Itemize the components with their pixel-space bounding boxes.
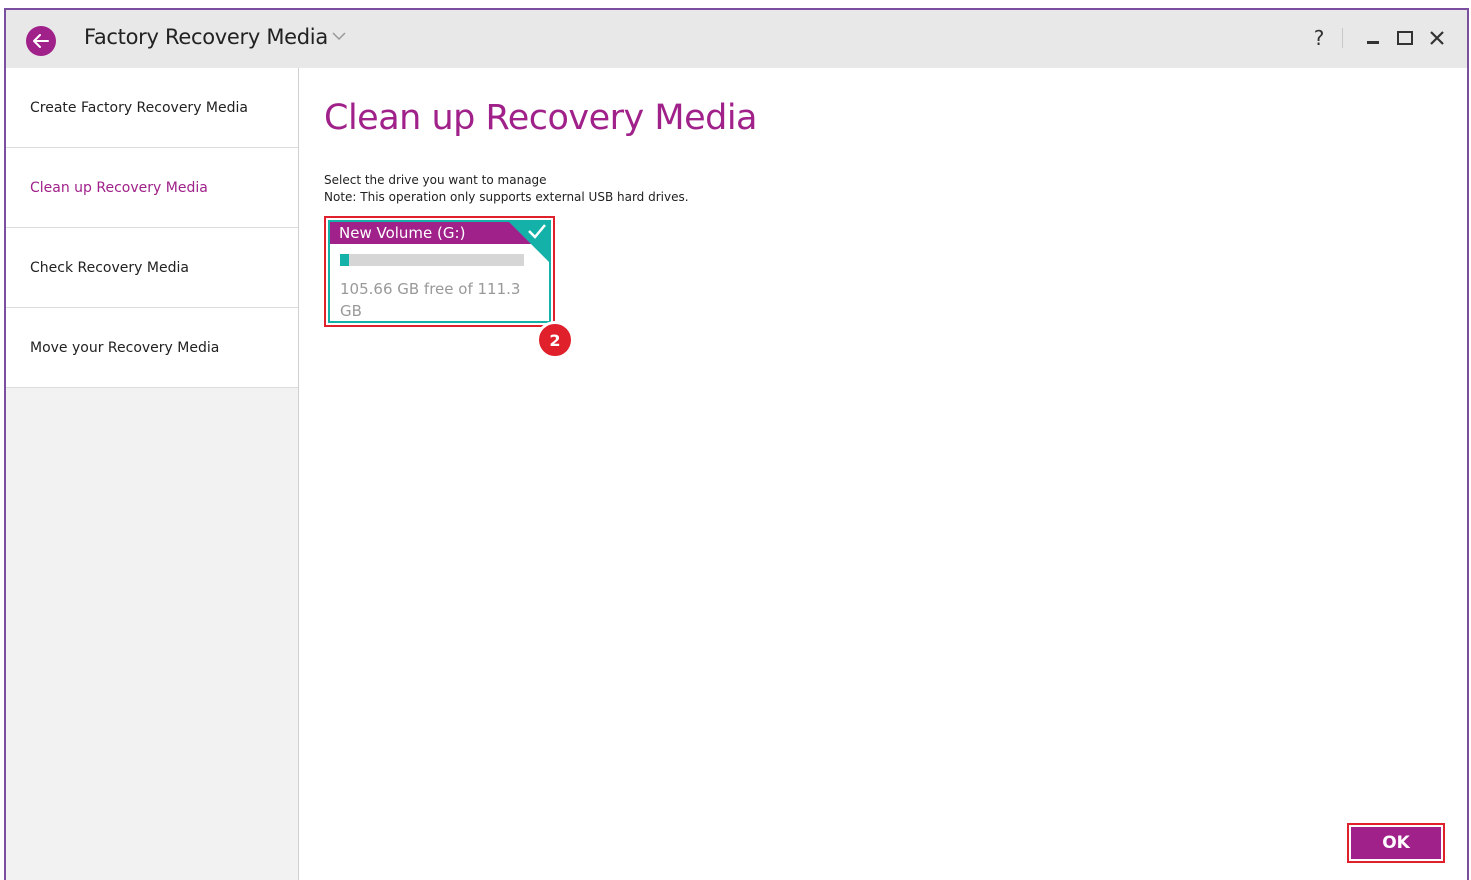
minimize-button[interactable] <box>1357 24 1389 52</box>
drive-card[interactable]: New Volume (G:) 105.66 GB free of 111.3 … <box>324 216 555 327</box>
instructions: Select the drive you want to manage Note… <box>324 172 689 206</box>
chevron-down-icon[interactable] <box>332 32 346 40</box>
close-button[interactable] <box>1421 24 1453 52</box>
controls-divider <box>1342 28 1343 48</box>
usage-bar <box>340 254 524 266</box>
sidebar-item-clean-up-recovery-media[interactable]: Clean up Recovery Media <box>6 148 298 228</box>
instruction-text: Select the drive you want to manage <box>324 173 547 187</box>
drive-tile[interactable]: New Volume (G:) 105.66 GB free of 111.3 … <box>328 220 551 323</box>
app-window: Factory Recovery Media ? Create Factory … <box>4 8 1469 880</box>
usage-bar-fill <box>340 254 350 266</box>
app-title: Factory Recovery Media <box>84 25 328 49</box>
ok-button-highlight: OK <box>1347 823 1445 863</box>
sidebar-item-move-recovery-media[interactable]: Move your Recovery Media <box>6 308 298 388</box>
ok-button[interactable]: OK <box>1351 827 1441 859</box>
help-button[interactable]: ? <box>1306 26 1332 50</box>
arrow-left-icon <box>33 34 49 48</box>
maximize-icon <box>1397 31 1413 45</box>
checkmark-icon <box>528 224 546 239</box>
note-text: Note: This operation only supports exter… <box>324 190 689 204</box>
drive-free-space: 105.66 GB free of 111.3 GB <box>340 280 521 320</box>
close-icon <box>1430 31 1444 45</box>
window-controls: ? <box>1306 24 1453 52</box>
sidebar-item-check-recovery-media[interactable]: Check Recovery Media <box>6 228 298 308</box>
page-title: Clean up Recovery Media <box>324 98 758 138</box>
step-callout-badge: 2 <box>536 321 574 359</box>
main-content: Clean up Recovery Media Select the drive… <box>300 68 1467 880</box>
sidebar-item-create-factory-recovery-media[interactable]: Create Factory Recovery Media <box>6 68 298 148</box>
minimize-icon <box>1367 41 1379 44</box>
sidebar-nav: Create Factory Recovery Media Clean up R… <box>6 68 299 880</box>
maximize-button[interactable] <box>1389 24 1421 52</box>
back-button[interactable] <box>26 26 56 56</box>
title-bar: Factory Recovery Media ? <box>6 10 1467 68</box>
